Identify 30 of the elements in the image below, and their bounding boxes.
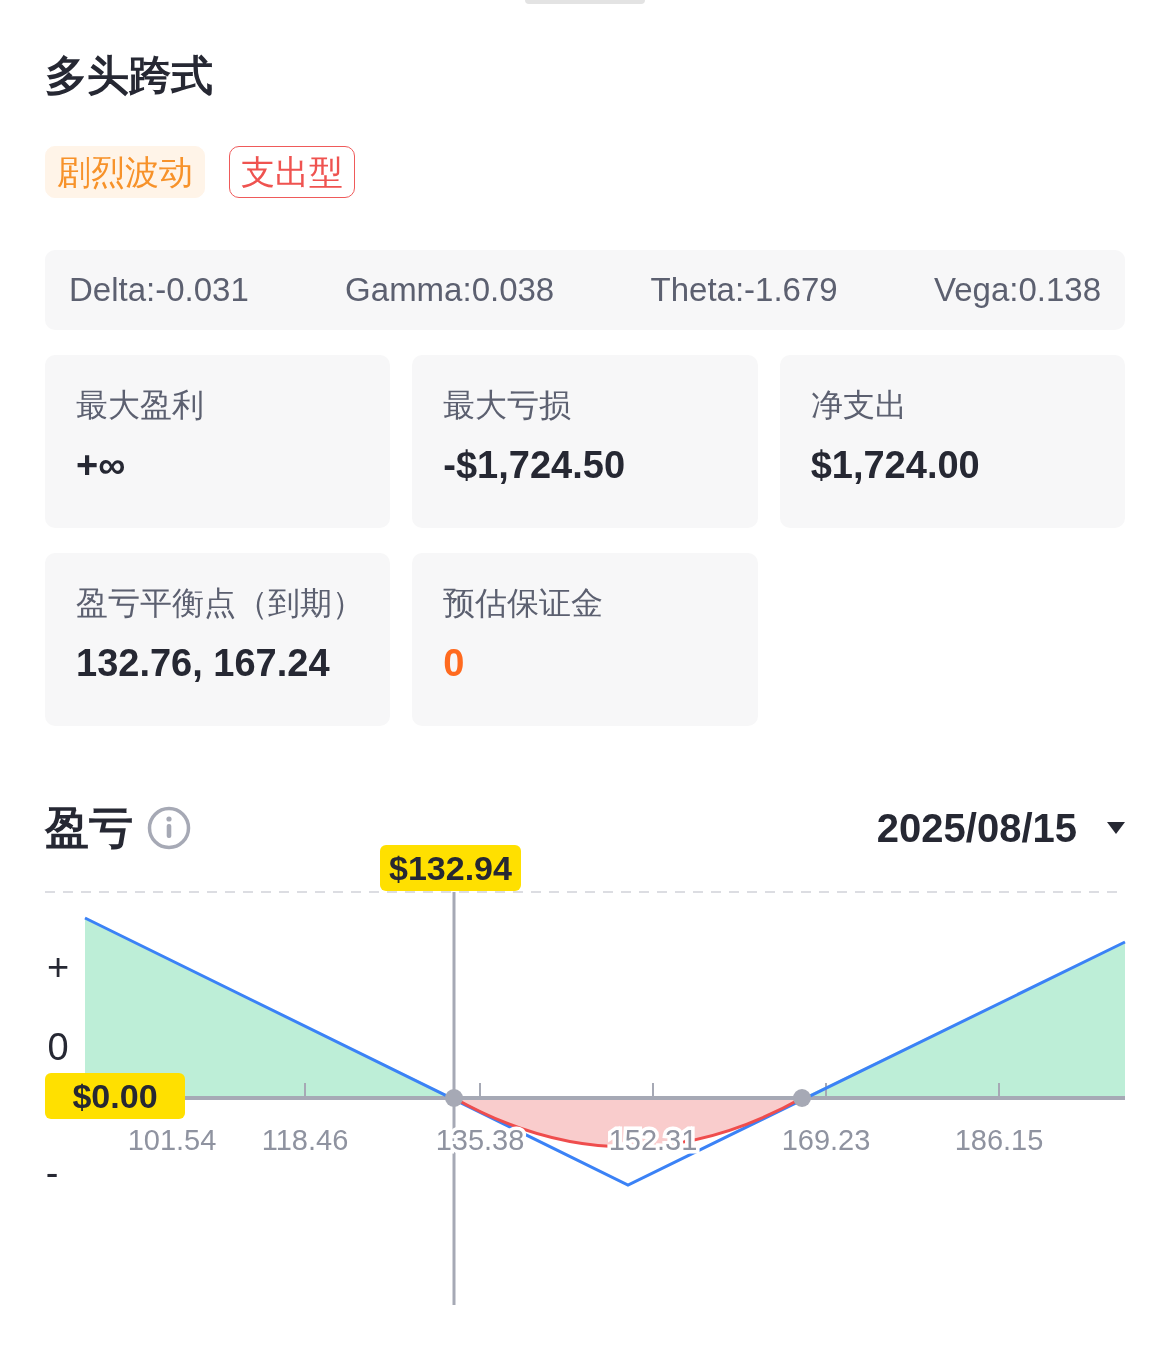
y-axis-label: -: [45, 1152, 59, 1194]
greek-value: Theta:-1.679: [650, 270, 838, 311]
metric-label: 净支出: [810, 386, 908, 425]
crosshair-pnl-tag: $0.00: [45, 1073, 185, 1119]
strategy-title: 多头跨式: [45, 50, 214, 102]
metric-value: $1,724.00: [810, 443, 981, 487]
caret-icon: [1107, 821, 1125, 835]
y-axis-label: +: [46, 946, 70, 988]
section-title: 盈亏: [45, 801, 133, 855]
info-icon[interactable]: [147, 806, 191, 850]
greek-value: Vega:0.138: [934, 270, 1101, 311]
metric-value: 0: [443, 641, 466, 685]
metric-label: 最大盈利: [76, 386, 205, 425]
crosshair-price-tag: $132.94: [380, 845, 521, 891]
y-axis-label: 0: [47, 1026, 69, 1068]
greek-value: Gamma:0.038: [345, 270, 555, 311]
metric-label: 预估保证金: [443, 584, 605, 623]
metric-value: +∞: [76, 443, 127, 487]
metric-value: -$1,724.50: [443, 443, 627, 487]
x-axis-label: 118.46: [261, 1124, 349, 1156]
greek-value: Delta:-0.031: [69, 270, 249, 311]
x-axis-label: 186.15: [954, 1124, 1044, 1156]
metric-label: 盈亏平衡点（到期）: [76, 584, 360, 623]
metric-label: 最大亏损: [443, 386, 573, 425]
x-axis-label: 101.54: [127, 1124, 217, 1156]
x-axis-label: 169.23: [781, 1124, 871, 1156]
strategy-tag: 剧烈波动: [45, 146, 205, 198]
strategy-tag: 支出型: [229, 146, 355, 198]
date-dropdown[interactable]: 2025/08/15: [876, 798, 1125, 858]
metric-value: 132.76, 167.24: [76, 641, 331, 685]
